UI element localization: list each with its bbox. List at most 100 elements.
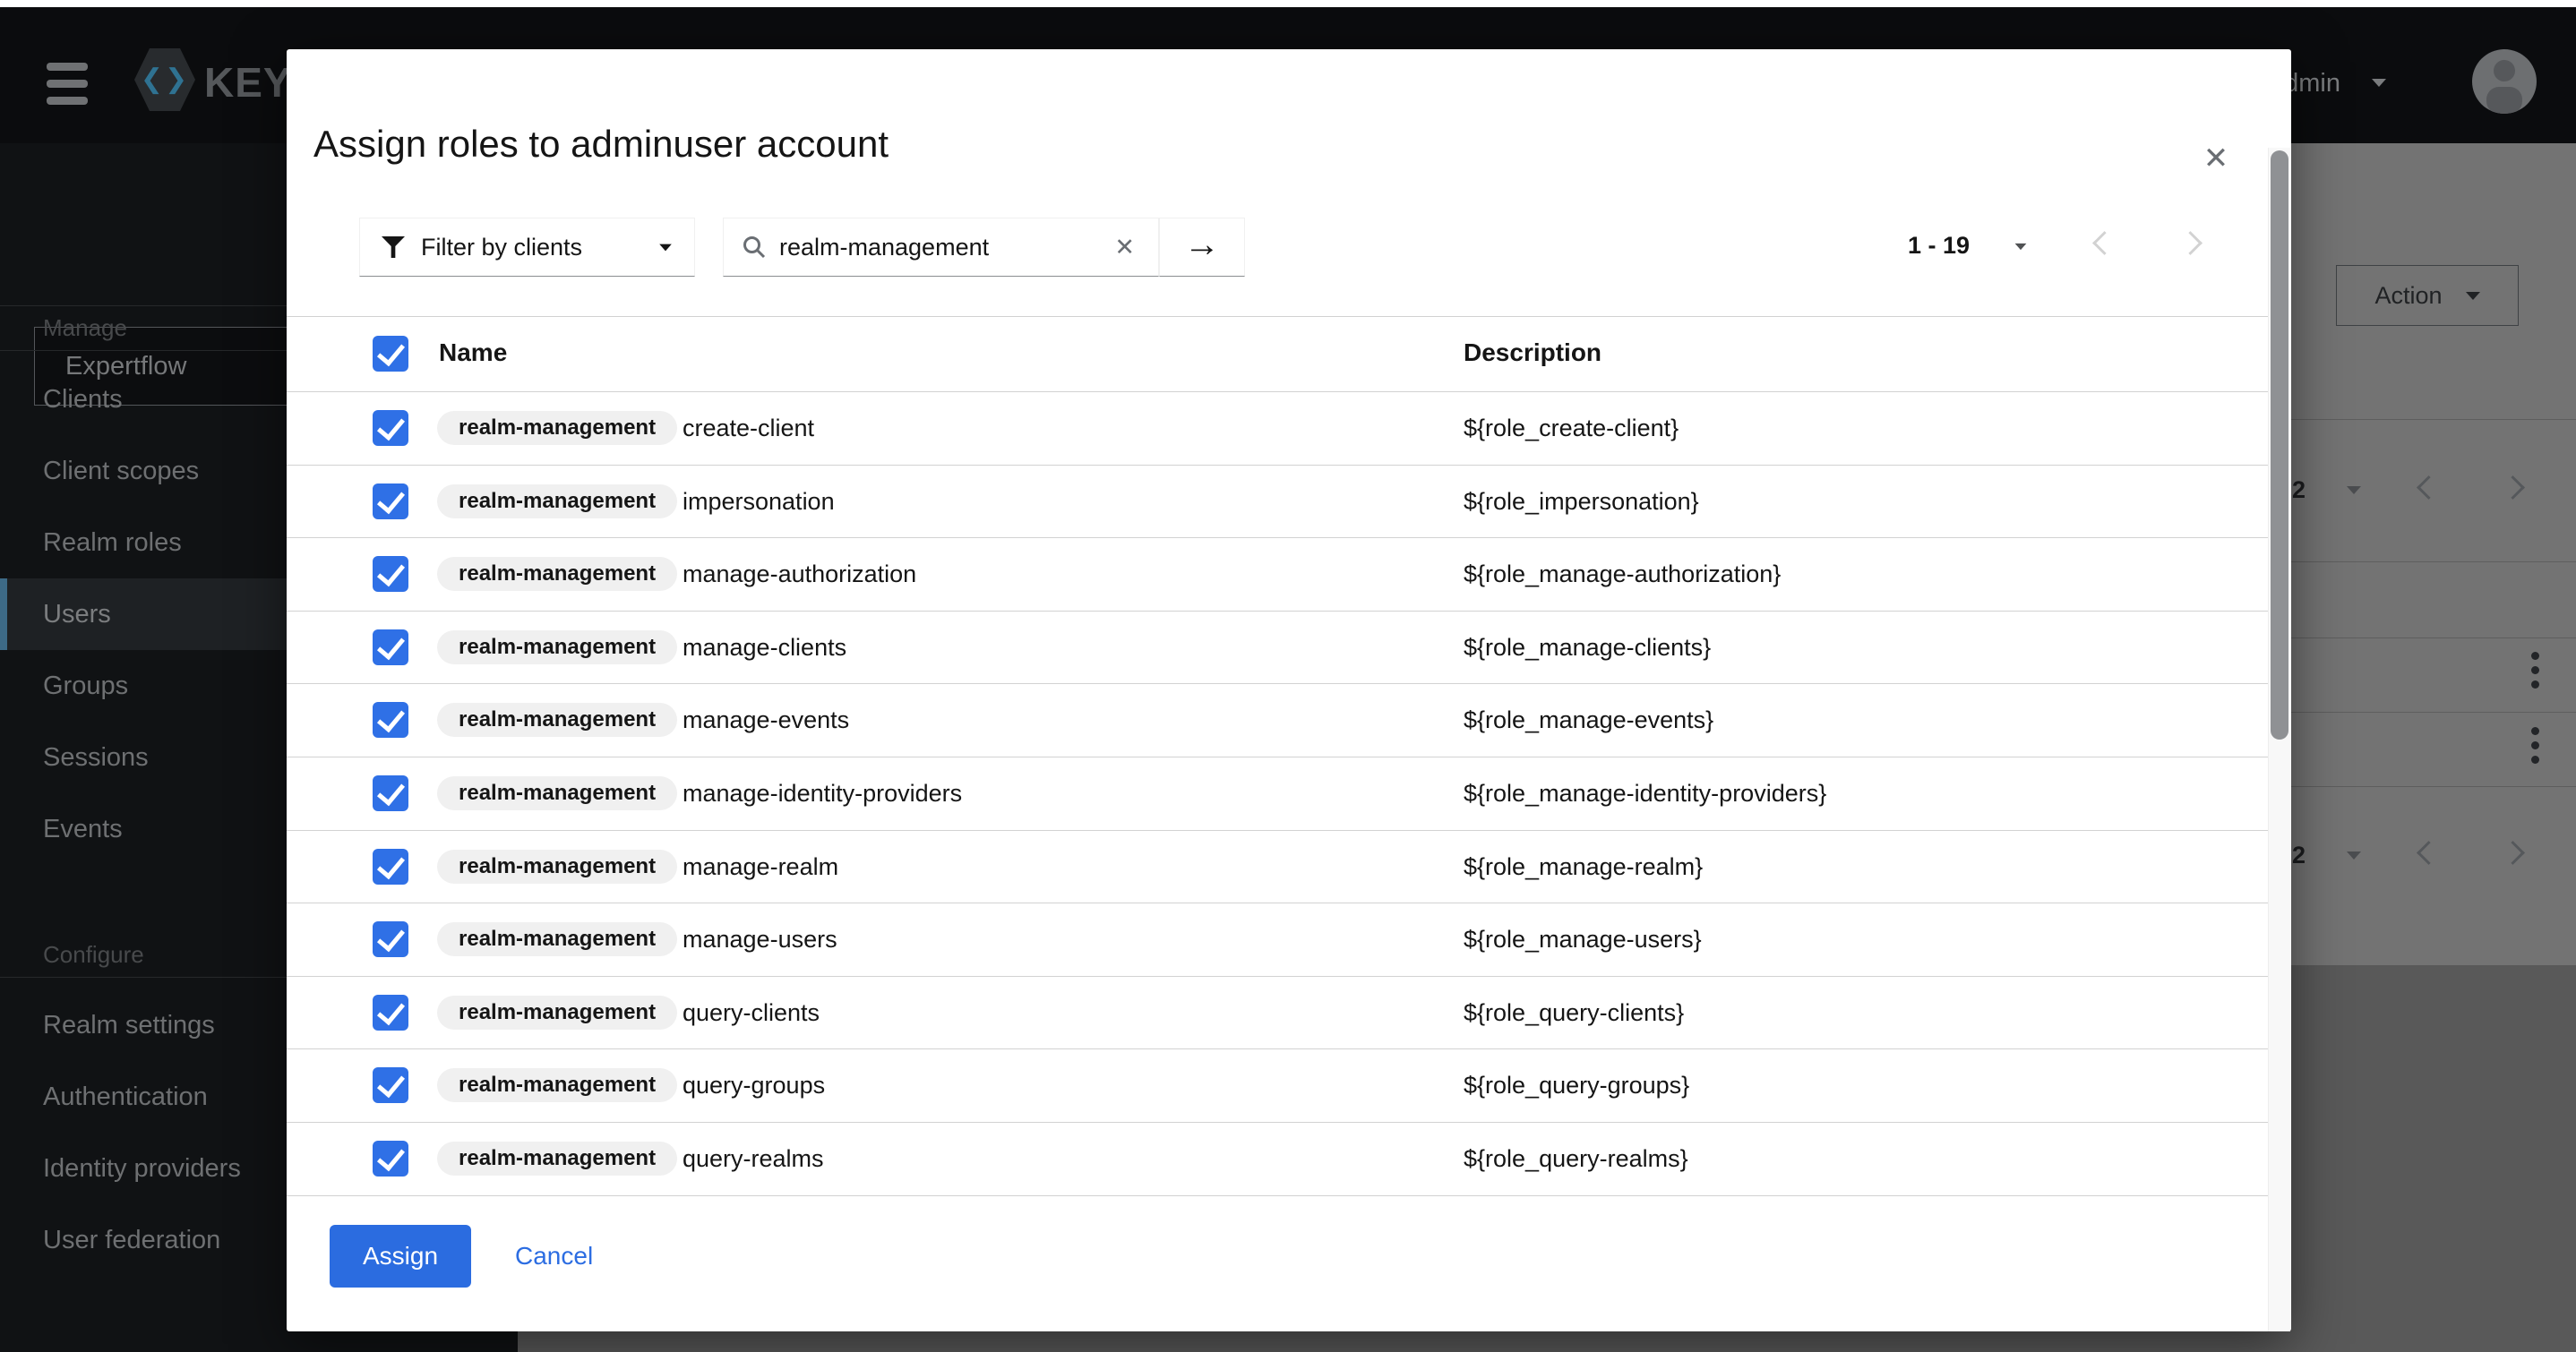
bg-prev-page-icon[interactable] xyxy=(2417,841,2441,865)
role-description: ${role_manage-clients} xyxy=(1464,612,1711,683)
modal-scrollbar-thumb[interactable] xyxy=(2271,150,2288,740)
bg-prev-page-icon[interactable] xyxy=(2417,475,2441,500)
role-name: manage-clients xyxy=(683,612,846,683)
client-badge: realm-management xyxy=(437,1068,677,1102)
row-checkbox[interactable] xyxy=(373,410,408,446)
modal-pagination-caret-icon[interactable] xyxy=(2015,244,2027,250)
table-row: realm-management manage-users ${role_man… xyxy=(287,903,2268,977)
filter-caret-icon xyxy=(659,244,672,251)
row-checkbox[interactable] xyxy=(373,629,408,665)
role-name: manage-realm xyxy=(683,831,838,903)
role-description: ${role_manage-authorization} xyxy=(1464,538,1781,610)
bg-pagination-caret-icon[interactable] xyxy=(2347,851,2361,860)
role-description: ${role_create-client} xyxy=(1464,392,1679,464)
bg-pagination-top: 1 - 2 xyxy=(2257,474,2544,509)
assign-button[interactable]: Assign xyxy=(330,1225,471,1288)
search-go-button[interactable]: → xyxy=(1159,218,1245,277)
row-checkbox[interactable] xyxy=(373,556,408,592)
hamburger-menu-icon[interactable] xyxy=(47,63,88,105)
modal-prev-page-icon[interactable] xyxy=(2092,231,2117,255)
table-row: realm-management query-clients ${role_qu… xyxy=(287,977,2268,1050)
role-name: manage-users xyxy=(683,903,837,975)
row-kebab-menu-icon[interactable] xyxy=(2531,727,2540,764)
row-checkbox[interactable] xyxy=(373,775,408,811)
modal-scrollbar-track[interactable] xyxy=(2268,148,2290,1331)
table-header-row: Name Description xyxy=(287,316,2268,392)
action-caret-icon xyxy=(2466,292,2480,300)
modal-pagination-count[interactable]: 1 - 19 xyxy=(1908,229,1996,261)
table-row: realm-management manage-authorization ${… xyxy=(287,538,2268,612)
logo-chevrons-icon: ❮❯ xyxy=(141,66,189,93)
row-checkbox[interactable] xyxy=(373,1141,408,1177)
client-badge: realm-management xyxy=(437,996,677,1030)
role-description: ${role_manage-events} xyxy=(1464,684,1713,756)
keycloak-admin-screen: ❮❯ KEYCLOAK admin Expertflow Manage Clie… xyxy=(0,0,2576,1352)
role-description: ${role_query-realms} xyxy=(1464,1123,1688,1194)
table-row: realm-management manage-identity-provide… xyxy=(287,757,2268,831)
client-badge: realm-management xyxy=(437,776,677,810)
avatar[interactable] xyxy=(2472,49,2537,114)
bg-pagination-bottom: 1 - 2 xyxy=(2257,839,2544,875)
row-checkbox[interactable] xyxy=(373,702,408,738)
search-value[interactable]: realm-management xyxy=(779,234,1096,261)
client-badge: realm-management xyxy=(437,484,677,518)
client-badge: realm-management xyxy=(437,411,677,445)
role-name: manage-authorization xyxy=(683,538,916,610)
row-checkbox[interactable] xyxy=(373,483,408,519)
client-badge: realm-management xyxy=(437,1142,677,1176)
top-sliver xyxy=(0,0,2576,7)
modal-next-page-icon[interactable] xyxy=(2178,231,2202,255)
filter-funnel-icon xyxy=(382,236,405,258)
modal-pagination: 1 - 19 xyxy=(1908,229,2230,265)
sidebar-section-configure: Configure xyxy=(43,932,144,977)
client-badge: realm-management xyxy=(437,703,677,737)
search-input[interactable]: realm-management ✕ xyxy=(723,218,1159,277)
filter-by-clients-dropdown[interactable]: Filter by clients xyxy=(359,218,695,277)
select-all-checkbox[interactable] xyxy=(373,336,408,372)
arrow-right-icon: → xyxy=(1184,227,1220,262)
role-name: query-realms xyxy=(683,1123,824,1194)
role-description: ${role_query-clients} xyxy=(1464,977,1684,1048)
role-description: ${role_manage-identity-providers} xyxy=(1464,757,1826,829)
action-dropdown-label: Action xyxy=(2374,282,2442,310)
table-row: realm-management impersonation ${role_im… xyxy=(287,466,2268,539)
roles-table-body: realm-management create-client ${role_cr… xyxy=(287,392,2268,1196)
assign-roles-modal: Assign roles to adminuser account ✕ Filt… xyxy=(287,49,2291,1331)
role-description: ${role_impersonation} xyxy=(1464,466,1699,537)
row-checkbox[interactable] xyxy=(373,1067,408,1103)
column-header-description: Description xyxy=(1464,338,1601,367)
table-row: realm-management query-groups ${role_que… xyxy=(287,1049,2268,1123)
row-kebab-menu-icon[interactable] xyxy=(2531,652,2540,689)
role-name: impersonation xyxy=(683,466,835,537)
client-badge: realm-management xyxy=(437,850,677,884)
action-dropdown-button[interactable]: Action xyxy=(2336,265,2519,326)
role-name: query-clients xyxy=(683,977,820,1048)
filter-dropdown-label: Filter by clients xyxy=(421,234,642,261)
table-row: realm-management create-client ${role_cr… xyxy=(287,392,2268,466)
table-row: realm-management manage-events ${role_ma… xyxy=(287,684,2268,757)
clear-search-icon[interactable]: ✕ xyxy=(1109,234,1140,261)
client-badge: realm-management xyxy=(437,630,677,664)
modal-title: Assign roles to adminuser account xyxy=(313,123,889,166)
close-icon[interactable]: ✕ xyxy=(2196,139,2236,178)
row-checkbox[interactable] xyxy=(373,849,408,885)
table-row: realm-management manage-realm ${role_man… xyxy=(287,831,2268,904)
role-name: manage-identity-providers xyxy=(683,757,962,829)
role-description: ${role_manage-users} xyxy=(1464,903,1702,975)
row-checkbox[interactable] xyxy=(373,995,408,1031)
user-menu-caret-icon[interactable] xyxy=(2372,79,2386,87)
row-checkbox[interactable] xyxy=(373,921,408,957)
bg-next-page-icon[interactable] xyxy=(2501,475,2525,500)
sidebar-section-manage: Manage xyxy=(43,305,127,350)
search-icon xyxy=(742,235,767,260)
role-description: ${role_query-groups} xyxy=(1464,1049,1689,1121)
avatar-person-icon xyxy=(2494,60,2515,81)
client-badge: realm-management xyxy=(437,557,677,591)
bg-next-page-icon[interactable] xyxy=(2501,841,2525,865)
role-description: ${role_manage-realm} xyxy=(1464,831,1703,903)
cancel-link[interactable]: Cancel xyxy=(515,1225,593,1288)
column-header-name: Name xyxy=(439,338,507,367)
client-badge: realm-management xyxy=(437,922,677,956)
role-name: create-client xyxy=(683,392,814,464)
bg-pagination-caret-icon[interactable] xyxy=(2347,486,2361,494)
